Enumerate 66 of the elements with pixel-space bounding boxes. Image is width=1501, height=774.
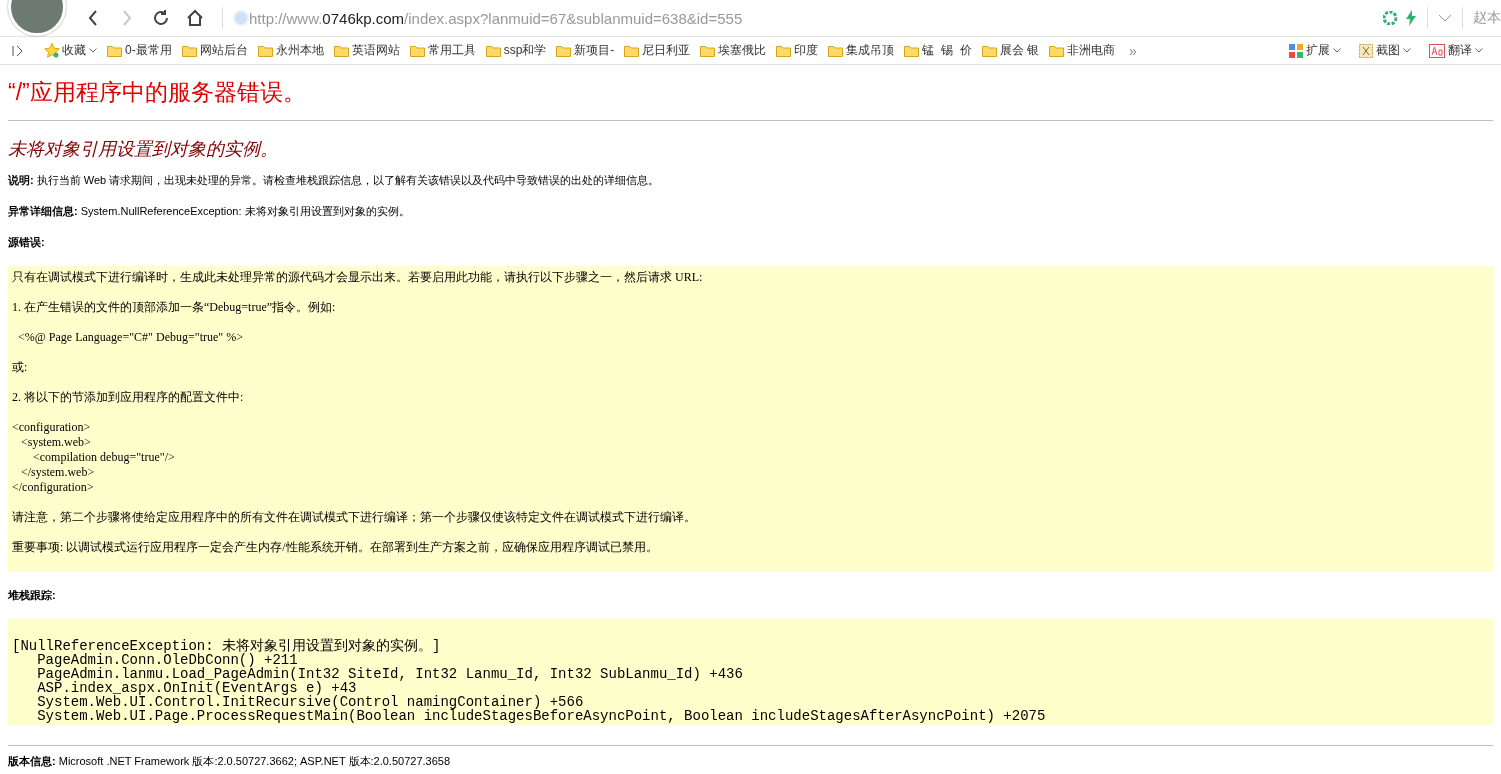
bookmark-folder[interactable]: 锰 锡 价: [904, 42, 972, 59]
sidebar-toggle-icon[interactable]: [12, 44, 24, 57]
bookmark-folder[interactable]: ssp和学: [485, 42, 547, 59]
instruction-text: 请注意，第二个步骤将使给定应用程序中的所有文件在调试模式下进行编译；第一个步骤仅使该特定文件在调试模式下进行编译。: [12, 510, 697, 525]
bookmark-folder[interactable]: 印度: [776, 42, 819, 59]
more-bookmarks-button[interactable]: »: [1129, 42, 1137, 59]
bookmark-folder[interactable]: 0-最常用: [107, 42, 172, 59]
folder-icon: [700, 44, 716, 57]
folder-icon: [904, 44, 920, 57]
error-subtitle: 未将对象引用设置到对象的实例。: [8, 138, 279, 161]
favorites-menu[interactable]: 收藏: [62, 42, 97, 59]
bookmark-folder[interactable]: 网站后台: [181, 42, 248, 59]
version-info: 版本信息: Microsoft .NET Framework 版本:2.0.50727.3662; ASP.NET 版本:2.0.50727.3658: [8, 754, 452, 769]
bookmark-folder[interactable]: 埃塞俄比: [700, 42, 767, 59]
screenshot-menu[interactable]: 截图: [1359, 42, 1411, 59]
stack-trace: [NullReferenceException: 未将对象引用设置到对象的实例。] PageAdmin.Conn.OleDbConn() +211 PageAdmin.lanmu.Load_PageAdmin(Int32 SiteId, Int32 Lanmu_Id, Int32 SubLanmu_Id) +436 ASP.index_aspx.OnInit(EventArgs e) +43 System.Web.UI.Control.InitRecursive(Control namingContainer) +566 System.Web.UI.Page.ProcessRequestMain(Boolean includeStagesBeforeAsyncPoint, Boolean includeStagesAfterAsyncPoint) +2075: [8, 619, 1493, 725]
aperture-icon[interactable]: [1383, 11, 1397, 25]
bookmark-folder[interactable]: 尼日利亚: [624, 42, 691, 59]
section-heading: 源错误:: [8, 235, 46, 250]
extensions-menu[interactable]: 扩展: [1289, 42, 1341, 59]
lightning-icon[interactable]: [1405, 10, 1417, 26]
bookmark-folder[interactable]: 常用工具: [409, 42, 476, 59]
folder-icon: [181, 44, 197, 57]
translate-icon: [1429, 43, 1445, 58]
bookmark-folder[interactable]: 英语网站: [333, 42, 400, 59]
instruction-text: 只有在调试模式下进行编译时，生成此未处理异常的源代码才会显示出来。若要启用此功能，请执行以下步骤之一，然后请求 URL:: [12, 270, 704, 285]
folder-icon: [981, 44, 997, 57]
error-detail: 说明: 执行当前 Web 请求期间，出现未处理的异常。请检查堆栈跟踪信息，以了解有关该错误以及代码中导致错误的出处的详细信息。: [8, 173, 661, 188]
config-code: <configuration> <system.web> <compilation debug="true"/> </system.web> </configuration>: [12, 420, 176, 495]
star-icon: [44, 43, 60, 58]
bookmark-folder[interactable]: 展会 银: [981, 42, 1040, 59]
instruction-text: 或:: [12, 360, 29, 375]
instruction-text: 重要事项: 以调试模式运行应用程序一定会产生内存/性能系统开销。在部署到生产方案之前，应确保应用程序调试已禁用。: [12, 540, 659, 555]
caret-icon: [1403, 48, 1411, 53]
bookmark-folder[interactable]: 永州本地: [257, 42, 324, 59]
folder-icon: [257, 44, 273, 57]
folder-icon: [1049, 44, 1065, 57]
instruction-text: <%@ Page Language="C#" Debug="true" %>: [17, 330, 244, 345]
translate-menu[interactable]: 翻译: [1429, 42, 1483, 59]
instruction-text: 2. 将以下的节添加到应用程序的配置文件中:: [12, 390, 245, 405]
folder-icon: [624, 44, 640, 57]
bookmark-folder[interactable]: 新项目-: [556, 42, 615, 59]
caret-icon: [89, 48, 97, 53]
folder-icon: [107, 44, 122, 57]
address-bar[interactable]: http://www.0746kp.com/index.aspx?lanmuid=67&sublanmuid=638&id=555: [249, 9, 1383, 27]
folder-icon: [556, 44, 572, 57]
home-icon: [186, 9, 204, 27]
reload-icon: [152, 9, 170, 27]
bookmark-folder[interactable]: 集成吊顶: [828, 42, 895, 59]
bookmark-folder[interactable]: 非洲电商: [1049, 42, 1116, 59]
folder-icon: [828, 44, 844, 57]
error-detail: 异常详细信息: System.NullReferenceException: 未将对象引用设置到对象的实例。: [8, 204, 411, 219]
error-title: “/”应用程序中的服务器错误。: [8, 78, 307, 107]
grid-icon: [1289, 43, 1303, 58]
folder-icon: [409, 44, 425, 57]
folder-icon: [485, 44, 501, 57]
scissors-icon: [1359, 43, 1373, 58]
folder-icon: [776, 44, 792, 57]
forward-icon: [122, 10, 132, 26]
folder-icon: [333, 44, 349, 57]
back-icon: [88, 10, 98, 26]
caret-icon: [1333, 48, 1341, 53]
section-heading: 堆栈跟踪:: [8, 588, 57, 603]
caret-icon: [1475, 48, 1483, 53]
instruction-text: 1. 在产生错误的文件的顶部添加一条“Debug=true”指令。例如:: [12, 300, 337, 315]
caret-icon[interactable]: [1438, 14, 1452, 22]
